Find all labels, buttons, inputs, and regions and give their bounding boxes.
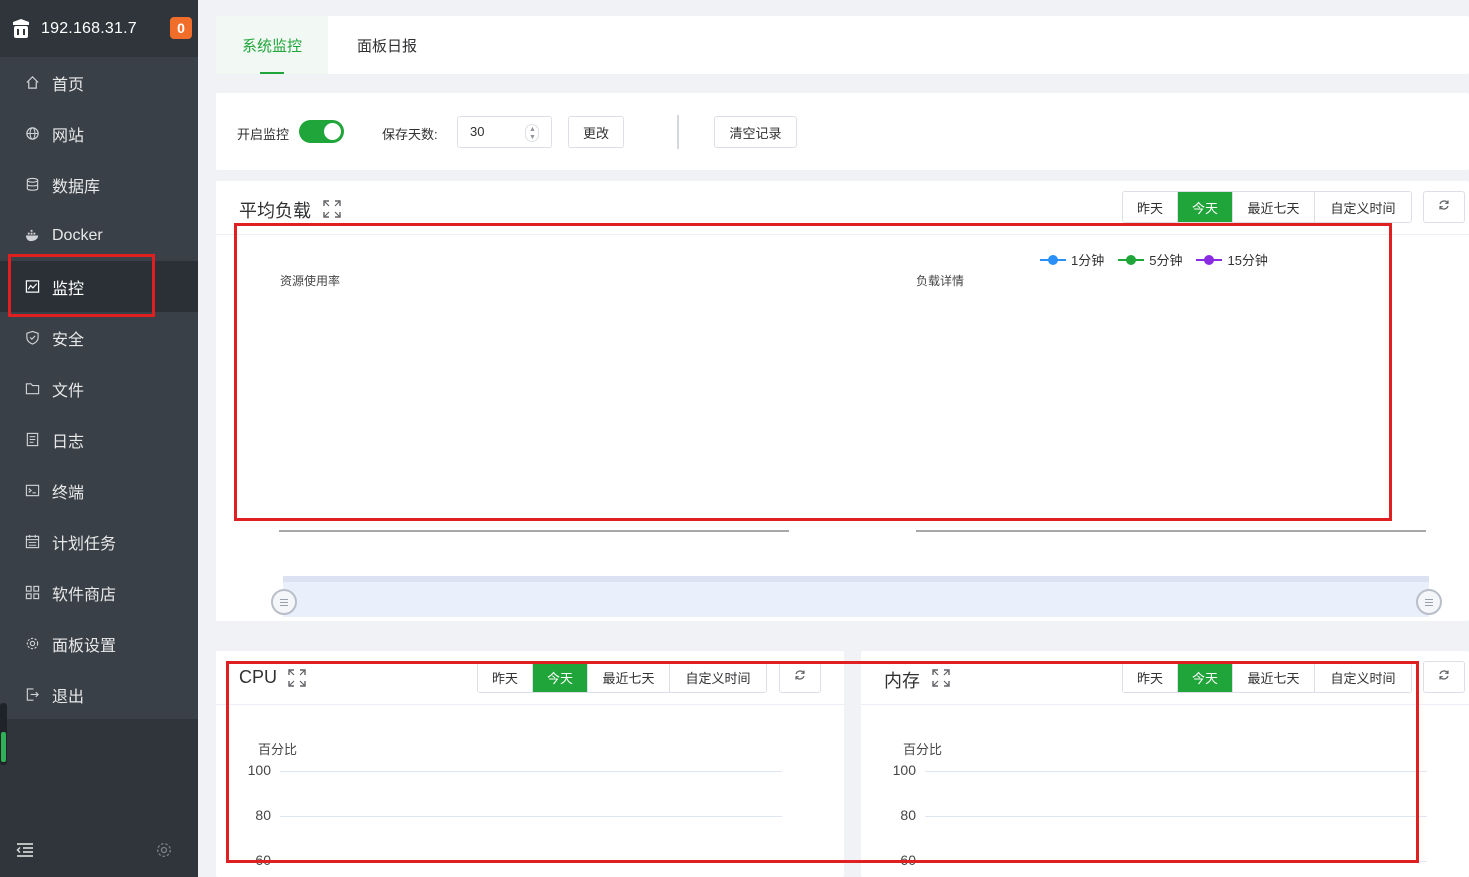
refresh-button[interactable]: [1423, 191, 1465, 223]
shield-icon: [24, 330, 40, 346]
chevron-up-icon[interactable]: ▲: [529, 126, 536, 133]
sidebar-item-terminal[interactable]: 终端: [0, 465, 198, 516]
monitor-settings-bar: 开启监控 保存天数: 30 ▲ ▼ 更改 清空记录: [216, 93, 1469, 170]
database-icon: [24, 177, 40, 193]
home-icon: [24, 75, 40, 91]
notification-badge[interactable]: 0: [170, 17, 192, 39]
collapse-menu-icon[interactable]: [15, 840, 35, 860]
sidebar-item-label: 日志: [52, 433, 85, 451]
tab-panel-daily-report[interactable]: 面板日报: [344, 16, 430, 74]
fullscreen-icon[interactable]: [323, 200, 341, 218]
sidebar-item-label: 软件商店: [52, 586, 117, 604]
resource-gauge: [0, 703, 7, 765]
sidebar-item-app-store[interactable]: 软件商店: [0, 567, 198, 618]
sidebar-item-label: 退出: [52, 688, 85, 706]
settings-gear-icon[interactable]: [155, 841, 173, 859]
range-yesterday-button[interactable]: 昨天: [1123, 192, 1178, 222]
refresh-button[interactable]: [1423, 661, 1465, 693]
retention-days-input[interactable]: 30 ▲ ▼: [457, 116, 552, 148]
sidebar-item-label: 数据库: [52, 178, 101, 196]
server-ip[interactable]: 192.168.31.7: [41, 20, 137, 38]
refresh-icon: [1438, 668, 1450, 686]
sidebar-item-logs[interactable]: 日志: [0, 414, 198, 465]
sidebar-item-database[interactable]: 数据库: [0, 159, 198, 210]
sidebar-item-files[interactable]: 文件: [0, 363, 198, 414]
annotation-box-cpu-memory: [226, 661, 1419, 863]
sidebar-item-label: 文件: [52, 382, 85, 400]
number-stepper[interactable]: ▲ ▼: [525, 124, 539, 142]
logout-icon: [24, 687, 40, 703]
sidebar-item-label: 终端: [52, 484, 85, 502]
sidebar-item-label: 安全: [52, 331, 85, 349]
calendar-icon: [24, 534, 40, 550]
folder-icon: [24, 381, 40, 397]
refresh-icon: [1438, 198, 1450, 216]
clear-records-button[interactable]: 清空记录: [714, 116, 797, 148]
range-today-button[interactable]: 今天: [1178, 192, 1233, 222]
sidebar-item-label: 面板设置: [52, 637, 117, 655]
retention-days-label: 保存天数:: [382, 127, 438, 142]
zoom-handle-left[interactable]: [271, 589, 297, 615]
annotation-box-load-chart: [234, 223, 1392, 521]
sidebar-item-logout[interactable]: 退出: [0, 669, 198, 720]
log-icon: [24, 432, 40, 448]
range-last-7-days-button[interactable]: 最近七天: [1233, 192, 1315, 222]
resource-gauge-fill: [1, 732, 6, 762]
chevron-down-icon[interactable]: ▼: [529, 134, 536, 141]
sidebar-header: 192.168.31.7: [0, 0, 198, 57]
monitor-tabs: 系统监控 面板日报: [216, 16, 1469, 74]
change-button[interactable]: 更改: [568, 116, 624, 148]
annotation-box-monitor-menu: [8, 254, 155, 317]
data-zoom-slider[interactable]: [283, 576, 1429, 617]
globe-icon: [24, 126, 40, 142]
monitor-toggle-label: 开启监控: [237, 127, 290, 142]
load-chart-x-axis: [916, 530, 1426, 532]
sidebar-item-label: 首页: [52, 76, 85, 94]
sidebar-item-cron[interactable]: 计划任务: [0, 516, 198, 567]
sidebar-item-panel-settings[interactable]: 面板设置: [0, 618, 198, 669]
resource-chart-x-axis: [279, 530, 789, 532]
sidebar-item-website[interactable]: 网站: [0, 108, 198, 159]
sidebar-item-label: 网站: [52, 127, 85, 145]
terminal-icon: [24, 483, 40, 499]
panel-title: 平均负载: [239, 201, 311, 221]
sidebar-item-security[interactable]: 安全: [0, 312, 198, 363]
toggle-knob: [324, 123, 341, 140]
docker-icon: [24, 228, 40, 244]
bt-logo-icon: [10, 17, 32, 41]
zoom-handle-right[interactable]: [1416, 589, 1442, 615]
divider: [677, 115, 679, 149]
gear-icon: [24, 636, 40, 652]
sidebar-item-label: Docker: [52, 226, 103, 244]
sidebar-item-label: 计划任务: [52, 535, 117, 553]
tab-system-monitor[interactable]: 系统监控: [216, 16, 328, 74]
range-custom-button[interactable]: 自定义时间: [1315, 192, 1411, 222]
retention-days-value: 30: [470, 124, 485, 139]
sidebar: 192.168.31.7 0 首页 网站 数据库 Docker 监控 安全 文件…: [0, 0, 198, 877]
sidebar-item-home[interactable]: 首页: [0, 57, 198, 108]
time-range-selector: 昨天 今天 最近七天 自定义时间: [1122, 191, 1412, 223]
apps-icon: [24, 585, 40, 601]
monitor-toggle[interactable]: [299, 120, 344, 143]
